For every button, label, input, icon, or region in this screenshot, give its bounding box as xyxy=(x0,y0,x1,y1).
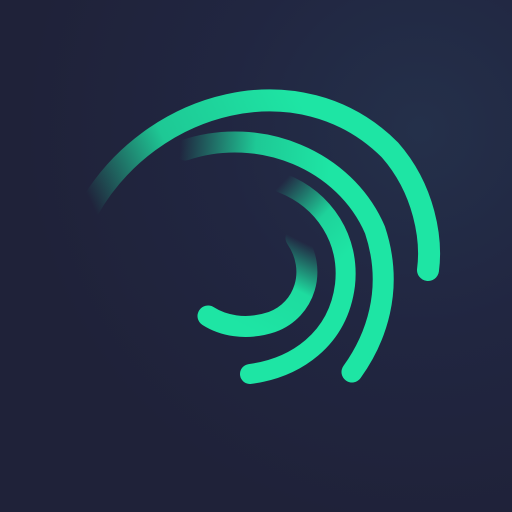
app-icon-background xyxy=(0,0,512,512)
swirl-spiral-icon xyxy=(77,89,441,384)
inner-arc xyxy=(197,227,318,337)
